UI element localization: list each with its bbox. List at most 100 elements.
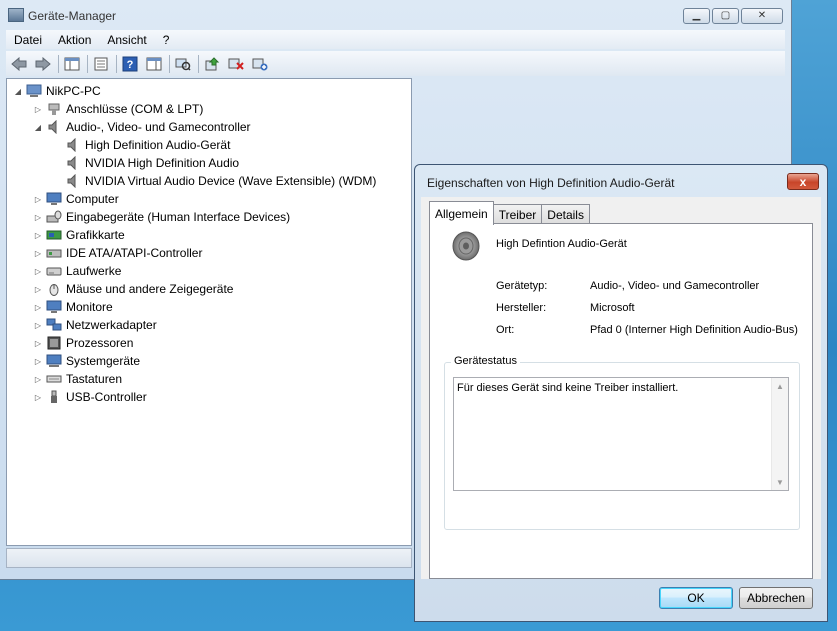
collapse-arrow-icon[interactable]: ◢ [33,123,43,132]
tree-item-eingabegeraete[interactable]: ▷ Eingabegeräte (Human Interface Devices… [33,208,290,226]
expand-arrow-icon[interactable]: ▷ [33,105,43,114]
action-pane-icon[interactable] [145,55,163,73]
tree-label: NVIDIA High Definition Audio [85,156,240,170]
speaker-icon [46,120,62,134]
uninstall-device-icon[interactable] [251,55,269,73]
tree-item-tastaturen[interactable]: ▷ Tastaturen [33,370,122,388]
show-hide-tree-icon[interactable] [63,55,81,73]
update-driver-icon[interactable] [203,55,221,73]
tree-label: NikPC-PC [46,84,101,98]
tree-label: Prozessoren [66,336,134,350]
tree-item-nvidia-virtual-audio[interactable]: NVIDIA Virtual Audio Device (Wave Extens… [65,172,376,190]
hid-icon [46,210,62,224]
maximize-button[interactable]: ▢ [712,8,739,24]
tab-treiber[interactable]: Treiber [492,204,543,224]
device-status-textbox[interactable]: Für dieses Gerät sind keine Treiber inst… [453,377,789,491]
speaker-icon [65,174,81,188]
network-icon [46,318,62,332]
tab-page-allgemein: High Defintion Audio-Gerät Gerätetyp: Au… [429,223,813,579]
back-arrow-icon[interactable] [10,55,28,73]
tree-item-monitore[interactable]: ▷ Monitore [33,298,113,316]
tree-label: Netzwerkadapter [66,318,157,332]
dialog-title: Eigenschaften von High Definition Audio-… [427,176,675,190]
scan-hardware-icon[interactable] [174,55,192,73]
expand-arrow-icon[interactable]: ▷ [33,267,43,276]
tab-strip: Allgemein Treiber Details [429,201,590,225]
tab-allgemein[interactable]: Allgemein [429,201,494,225]
status-bar [6,548,412,568]
tree-label: Monitore [66,300,113,314]
prop-value-geraetetyp: Audio-, Video- und Gamecontroller [590,280,760,292]
device-status-label: Gerätestatus [451,355,520,367]
toolbar-separator [58,54,59,73]
properties-icon[interactable] [92,55,110,73]
tree-item-audio[interactable]: ◢ Audio-, Video- und Gamecontroller [33,118,251,136]
help-icon[interactable]: ? [121,55,139,73]
tree-label: Computer [66,192,119,206]
expand-arrow-icon[interactable]: ▷ [33,195,43,204]
expand-arrow-icon[interactable]: ▷ [33,339,43,348]
monitor-icon [46,192,62,206]
minimize-button[interactable]: ▁ [683,8,710,24]
toolbar-separator [87,54,88,73]
tree-root[interactable]: ◢ NikPC-PC [13,82,101,100]
menu-aktion[interactable]: Aktion [50,33,99,47]
computer-icon [26,84,42,98]
tree-item-anschluesse[interactable]: ▷ Anschlüsse (COM & LPT) [33,100,203,118]
tab-details[interactable]: Details [541,204,590,224]
menu-ansicht[interactable]: Ansicht [99,33,154,47]
tree-label: NVIDIA Virtual Audio Device (Wave Extens… [85,174,377,188]
tree-item-usb[interactable]: ▷ USB-Controller [33,388,147,406]
expand-arrow-icon[interactable]: ▷ [33,321,43,330]
usb-icon [46,390,62,404]
tree-label: Mäuse und andere Zeigegeräte [66,282,234,296]
collapse-arrow-icon[interactable]: ◢ [13,87,23,96]
tree-item-laufwerke[interactable]: ▷ Laufwerke [33,262,121,280]
close-button[interactable]: ✕ [741,8,783,24]
tree-item-computer[interactable]: ▷ Computer [33,190,119,208]
forward-arrow-icon[interactable] [34,55,52,73]
expand-arrow-icon[interactable]: ▷ [33,357,43,366]
expand-arrow-icon[interactable]: ▷ [33,213,43,222]
tree-item-maeuse[interactable]: ▷ Mäuse und andere Zeigegeräte [33,280,233,298]
tree-label: High Definition Audio-Gerät [85,138,231,152]
cancel-button[interactable]: Abbrechen [739,587,813,609]
menu-datei[interactable]: Datei [6,33,50,47]
tree-item-netzwerkadapter[interactable]: ▷ Netzwerkadapter [33,316,157,334]
processor-icon [46,336,62,350]
tree-item-systemgeraete[interactable]: ▷ Systemgeräte [33,352,140,370]
device-status-text: Für dieses Gerät sind keine Treiber inst… [457,382,679,394]
mouse-icon [46,282,62,296]
expand-arrow-icon[interactable]: ▷ [33,249,43,258]
title-bar[interactable]: Geräte-Manager ▁ ▢ ✕ [0,0,791,30]
scroll-up-icon[interactable]: ▲ [772,378,788,394]
ok-button[interactable]: OK [659,587,733,609]
tree-item-nvidia-hd-audio[interactable]: NVIDIA High Definition Audio [65,154,239,172]
menu-bar: Datei Aktion Ansicht ? [6,30,785,49]
tree-item-prozessoren[interactable]: ▷ Prozessoren [33,334,133,352]
tree-item-grafikkarte[interactable]: ▷ Grafikkarte [33,226,125,244]
expand-arrow-icon[interactable]: ▷ [33,393,43,402]
device-name: High Defintion Audio-Gerät [496,238,627,250]
expand-arrow-icon[interactable]: ▷ [33,303,43,312]
toolbar: ? [6,51,785,76]
menu-help[interactable]: ? [155,33,178,47]
expand-arrow-icon[interactable]: ▷ [33,231,43,240]
disable-device-icon[interactable] [227,55,245,73]
status-scrollbar[interactable]: ▲ ▼ [771,378,788,490]
device-tree[interactable]: ◢ NikPC-PC ▷ Anschlüsse (COM & LPT) ◢ Au… [6,78,412,546]
display-adapter-icon [46,228,62,242]
tree-item-hd-audio[interactable]: High Definition Audio-Gerät [65,136,230,154]
port-icon [46,102,62,116]
expand-arrow-icon[interactable]: ▷ [33,375,43,384]
tree-label: Eingabegeräte (Human Interface Devices) [66,210,291,224]
device-status-group: Gerätestatus Für dieses Gerät sind keine… [444,355,800,530]
tree-item-ide[interactable]: ▷ IDE ATA/ATAPI-Controller [33,244,203,262]
tree-label: USB-Controller [66,390,147,404]
system-devices-icon [46,354,62,368]
scroll-down-icon[interactable]: ▼ [772,474,788,490]
expand-arrow-icon[interactable]: ▷ [33,285,43,294]
dialog-close-button[interactable]: x [787,173,819,190]
drive-icon [46,264,62,278]
prop-label-ort: Ort: [496,324,515,336]
